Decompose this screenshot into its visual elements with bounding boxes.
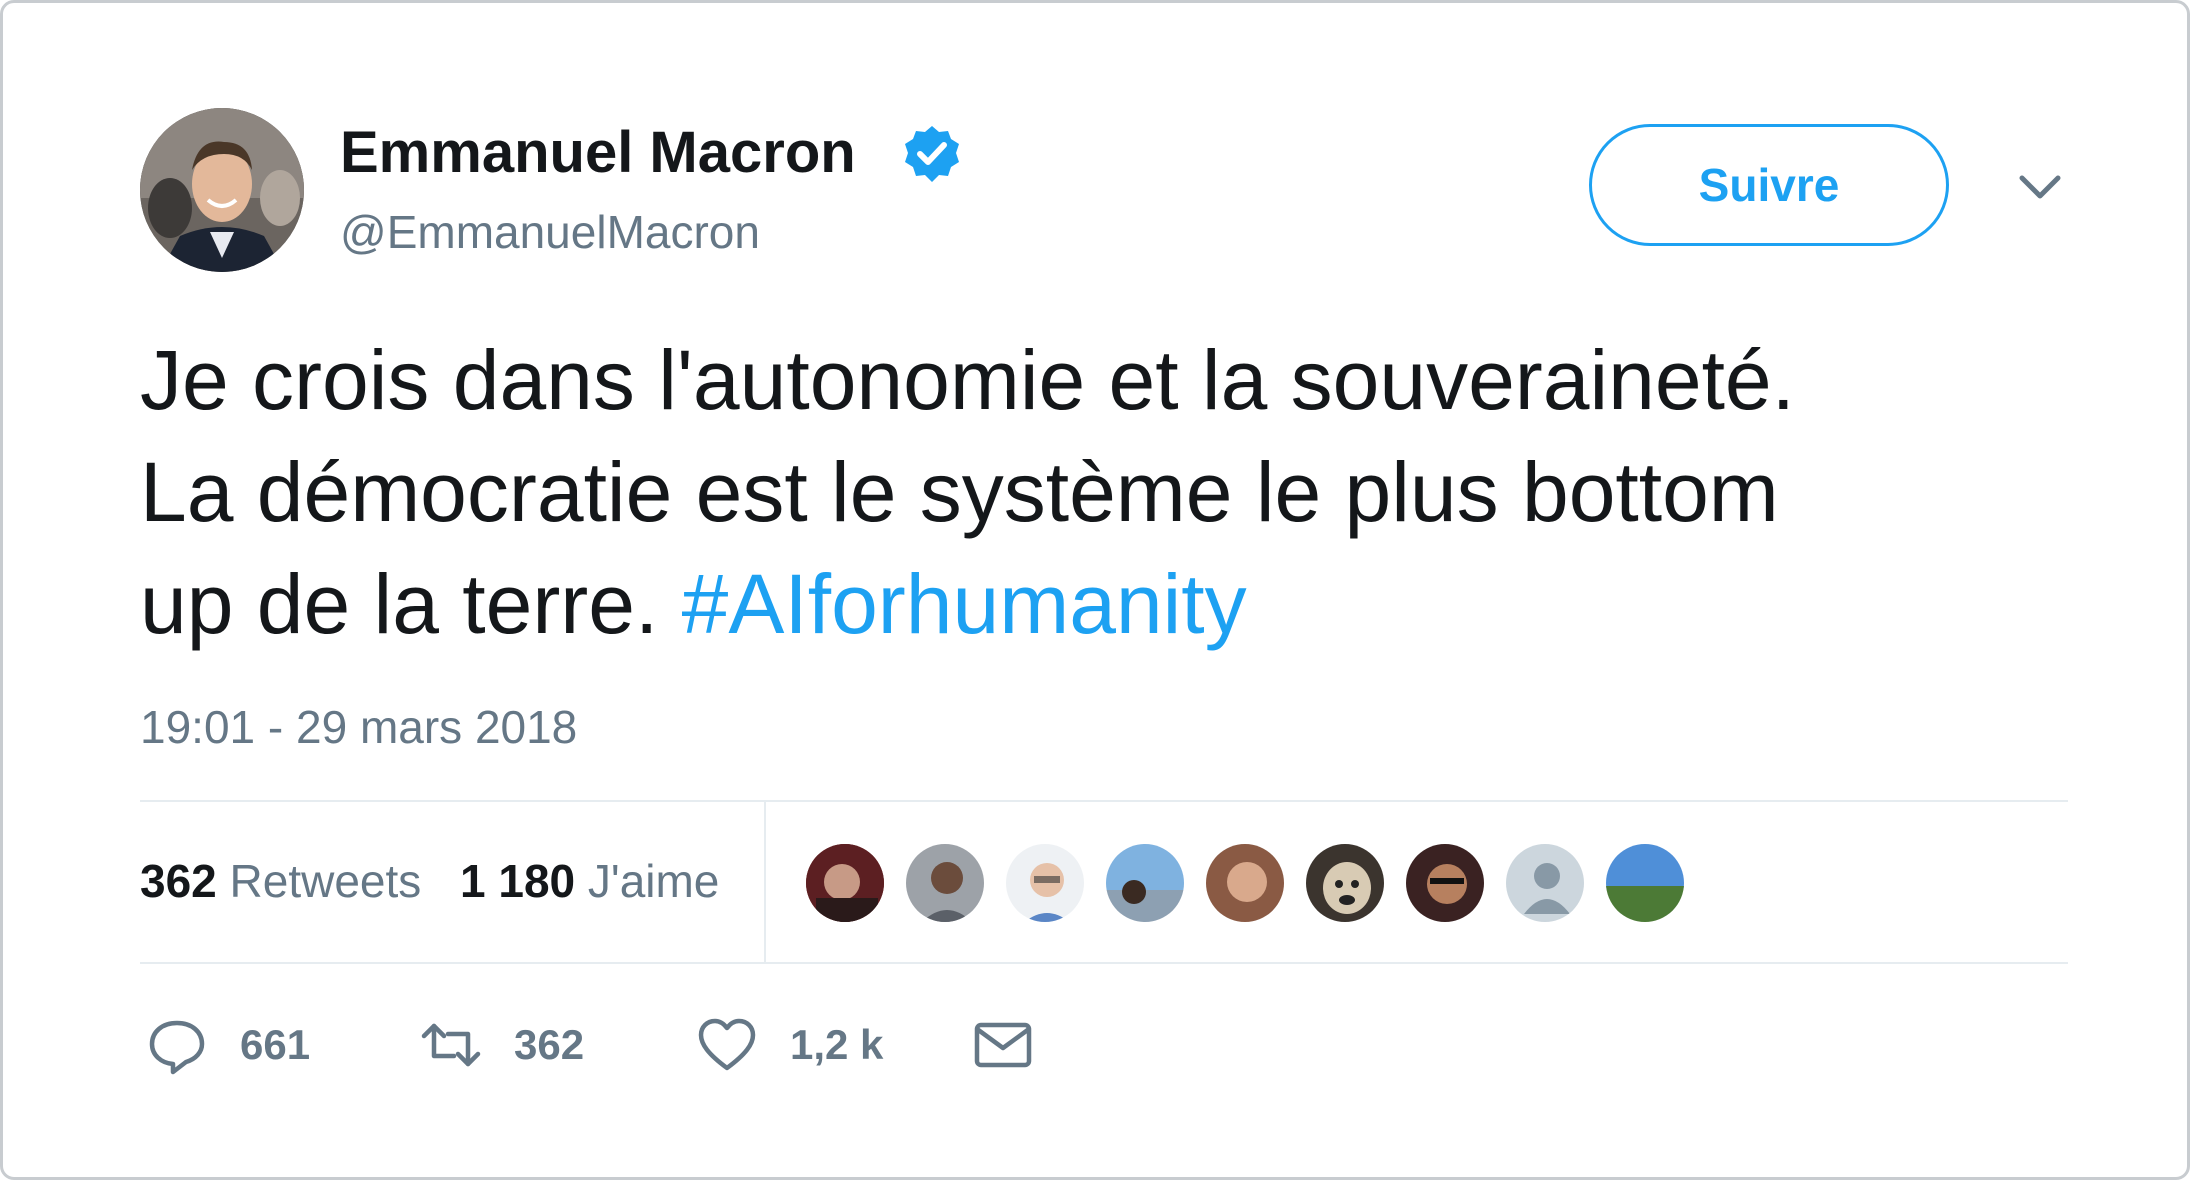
liker-avatar-1[interactable] bbox=[804, 842, 886, 924]
reply-count: 661 bbox=[240, 1021, 311, 1068]
author-name[interactable]: Emmanuel Macron bbox=[340, 118, 856, 188]
liker-avatar-7[interactable] bbox=[1404, 842, 1486, 924]
retweet-icon bbox=[421, 1023, 481, 1067]
tweet-line-3: up de la terre. #AIforhumanity bbox=[140, 548, 2060, 660]
liker-avatar-8[interactable] bbox=[1504, 842, 1586, 924]
reply-icon bbox=[149, 1020, 205, 1075]
retweets-stat-label: Retweets bbox=[229, 855, 422, 907]
liker-avatar-9[interactable] bbox=[1604, 842, 1686, 924]
retweets-stat-count: 362 bbox=[140, 855, 217, 907]
tweet-line: La démocratie est le système le plus bot… bbox=[140, 445, 1779, 539]
author-avatar[interactable] bbox=[140, 108, 304, 272]
follow-button[interactable]: Suivre bbox=[1589, 124, 1949, 246]
likes-stat-count: 1 180 bbox=[460, 855, 576, 907]
tweet-line: Je crois dans l'autonomie et la souverai… bbox=[140, 333, 1795, 427]
tweet-line-text: up de la terre. bbox=[140, 557, 659, 651]
direct-message-button[interactable] bbox=[972, 1010, 1034, 1080]
divider bbox=[140, 962, 2068, 964]
mail-icon bbox=[974, 1022, 1032, 1068]
heart-icon bbox=[698, 1018, 756, 1071]
retweet-button[interactable]: 362 bbox=[420, 1010, 584, 1080]
liker-avatar-3[interactable] bbox=[1004, 842, 1086, 924]
retweets-stat[interactable]: 362 Retweets bbox=[140, 850, 421, 912]
verified-badge-icon bbox=[902, 124, 962, 184]
chevron-down-icon[interactable] bbox=[2010, 168, 2070, 208]
likes-stat[interactable]: 1 180 J'aime bbox=[460, 850, 719, 912]
like-count: 1,2 k bbox=[790, 1021, 884, 1068]
tweet-text: Je crois dans l'autonomie et la souverai… bbox=[140, 324, 2060, 660]
liker-avatar-4[interactable] bbox=[1104, 842, 1186, 924]
author-handle[interactable]: @EmmanuelMacron bbox=[340, 202, 760, 262]
divider bbox=[764, 802, 766, 962]
liker-avatar-2[interactable] bbox=[904, 842, 986, 924]
liker-avatar-6[interactable] bbox=[1304, 842, 1386, 924]
liker-avatar-5[interactable] bbox=[1204, 842, 1286, 924]
hashtag-link[interactable]: #AIforhumanity bbox=[682, 557, 1247, 651]
like-button[interactable]: 1,2 k bbox=[696, 1010, 883, 1080]
tweet-timestamp[interactable]: 19:01 - 29 mars 2018 bbox=[140, 698, 577, 756]
divider bbox=[140, 800, 2068, 802]
reply-button[interactable]: 661 bbox=[146, 1010, 310, 1080]
retweet-count: 362 bbox=[514, 1021, 585, 1068]
likes-stat-label: J'aime bbox=[587, 855, 720, 907]
